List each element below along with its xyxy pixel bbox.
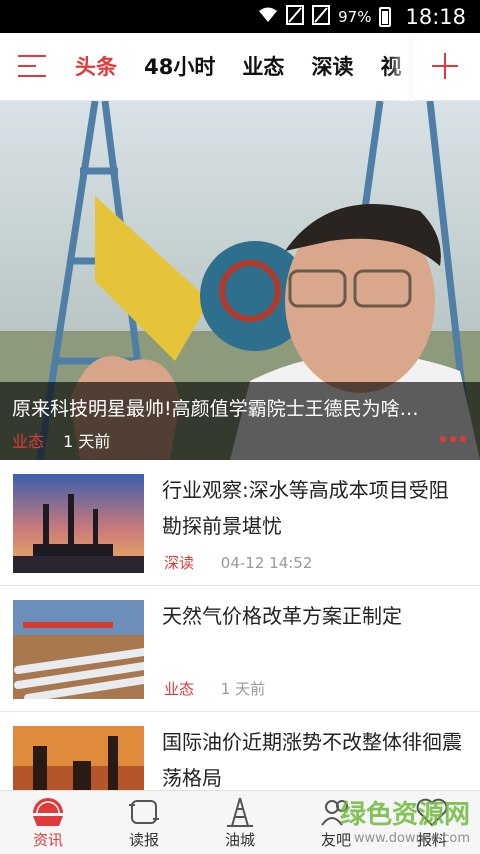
- hero-carousel[interactable]: 原来科技明星最帅!高颜值学霸院士王德民为啥… 业态 1 天前: [0, 101, 480, 460]
- news-title: 国际油价近期涨势不改整体徘徊震荡格局: [162, 730, 462, 790]
- news-category: 业态: [164, 680, 195, 698]
- status-bar: 97% 18:18: [0, 0, 480, 33]
- bottom-nav: 资讯 读报 油城 友吧 报料 绿色资源网 www.downcc.com: [0, 790, 480, 854]
- tab-in-depth[interactable]: 深读: [312, 33, 354, 101]
- carousel-dot: [450, 436, 456, 442]
- bottom-nav-label: 读报: [128, 831, 159, 849]
- bottom-nav-newspaper[interactable]: 读报: [96, 791, 192, 854]
- watermark-url: www.downcc.com: [353, 831, 470, 846]
- channel-nav: 头条 48小时 业态 深读 视: [0, 33, 480, 101]
- news-thumbnail-pipelines: [13, 600, 144, 699]
- tab-48-hours[interactable]: 48小时: [144, 33, 215, 101]
- news-list: 行业观察:深水等高成本项目受阻 勘探前景堪忧 深读 04-12 14:52 天然…: [0, 460, 480, 790]
- channel-tabs: 头条 48小时 业态 深读 视: [64, 33, 414, 101]
- bottom-nav-label: 油城: [224, 831, 255, 849]
- clock: 18:18: [405, 4, 466, 29]
- news-thumbnail-refinery: [13, 726, 144, 790]
- news-category: 深读: [164, 554, 195, 572]
- hero-title[interactable]: 原来科技明星最帅!高颜值学霸院士王德民为啥…: [12, 394, 470, 421]
- carousel-indicator: [440, 436, 466, 442]
- carousel-dot: [440, 436, 446, 442]
- battery-percent: 97%: [338, 7, 372, 26]
- news-item[interactable]: 行业观察:深水等高成本项目受阻 勘探前景堪忧 深读 04-12 14:52: [0, 460, 480, 586]
- hero-category: 业态: [12, 432, 45, 451]
- hero-meta: 业态 1 天前: [12, 428, 110, 452]
- news-item[interactable]: 天然气价格改革方案正制定 业态 1 天前: [0, 586, 480, 712]
- news-icon: [33, 798, 63, 826]
- news-title: 天然气价格改革方案正制定: [162, 604, 402, 628]
- sim-2-icon: [312, 4, 331, 29]
- tab-industry[interactable]: 业态: [242, 33, 284, 101]
- bottom-nav-news[interactable]: 资讯: [0, 791, 96, 854]
- news-thumbnail-offshore-rig: [13, 474, 144, 573]
- divider: [413, 33, 414, 101]
- news-time: 1 天前: [220, 680, 266, 698]
- battery-icon: [379, 6, 392, 27]
- oil-derrick-icon: [227, 797, 253, 827]
- watermark: 绿色资源网 www.downcc.com: [340, 794, 470, 846]
- news-item[interactable]: 国际油价近期涨势不改整体徘徊震荡格局: [0, 712, 480, 790]
- bottom-nav-oil-city[interactable]: 油城: [192, 791, 288, 854]
- bottom-nav-label: 资讯: [32, 831, 63, 849]
- tabs-fade: [388, 33, 414, 101]
- newspaper-icon: [129, 800, 159, 824]
- menu-icon[interactable]: [18, 55, 46, 79]
- carousel-dot: [460, 436, 466, 442]
- hero-time: 1 天前: [63, 432, 111, 451]
- wifi-icon: [258, 6, 278, 28]
- watermark-text: 绿色资源网: [339, 800, 470, 830]
- sim-1-icon: [286, 4, 305, 29]
- news-time: 04-12 14:52: [220, 554, 313, 572]
- tab-headlines[interactable]: 头条: [75, 33, 117, 101]
- news-title: 行业观察:深水等高成本项目受阻 勘探前景堪忧: [162, 478, 449, 538]
- hero-caption: 原来科技明星最帅!高颜值学霸院士王德民为啥… 业态 1 天前: [0, 382, 480, 460]
- news-meta: 深读 04-12 14:52: [164, 552, 312, 573]
- news-meta: 业态 1 天前: [164, 678, 265, 699]
- add-channel-icon[interactable]: [432, 53, 458, 79]
